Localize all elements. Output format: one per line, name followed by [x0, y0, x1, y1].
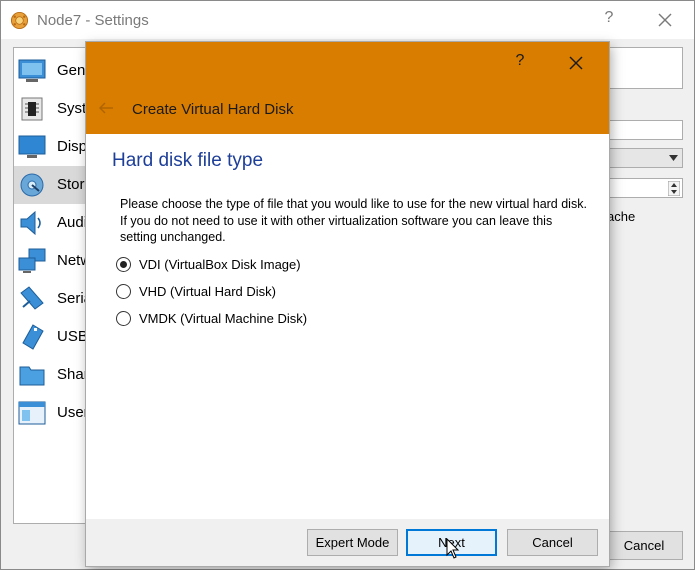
sidebar-item-network[interactable]: Netw	[14, 242, 92, 280]
window-help-button[interactable]: ?	[599, 9, 619, 31]
sidebar-item-general[interactable]: Gene	[14, 52, 92, 90]
radio-vdi[interactable]: VDI (VirtualBox Disk Image)	[116, 254, 556, 274]
radio-vmdk[interactable]: VMDK (Virtual Machine Disk)	[116, 308, 556, 328]
back-arrow-icon[interactable]	[98, 102, 114, 114]
shared-folders-icon	[19, 366, 45, 386]
radio-label[interactable]: VHD (Virtual Hard Disk)	[139, 284, 276, 299]
serial-icon	[20, 286, 44, 310]
dialog-footer: Expert Mode Next Cancel	[86, 519, 609, 566]
sidebar-item-label: USB	[57, 328, 88, 345]
dialog-help-button[interactable]: ?	[512, 52, 528, 72]
window-titlebar: Node7 - Settings ?	[1, 1, 694, 39]
radio-button[interactable]	[116, 311, 131, 326]
window-close-icon[interactable]	[653, 9, 677, 31]
background-name-field	[607, 47, 683, 89]
dialog-title: Create Virtual Hard Disk	[132, 101, 294, 118]
background-text-field	[607, 120, 683, 140]
radio-label[interactable]: VDI (VirtualBox Disk Image)	[139, 257, 301, 272]
next-button[interactable]: Next	[406, 529, 497, 556]
sidebar-item-user-interface[interactable]: User	[14, 394, 92, 432]
sidebar-item-storage[interactable]: Stora	[14, 166, 92, 204]
radio-label[interactable]: VMDK (Virtual Machine Disk)	[139, 311, 307, 326]
window-title: Node7 - Settings	[37, 12, 149, 29]
sidebar-item-display[interactable]: Disp	[14, 128, 92, 166]
sidebar-item-shared-folders[interactable]: Shar	[14, 356, 92, 394]
system-icon	[21, 97, 43, 121]
virtualbox-app-icon	[10, 11, 29, 30]
chevron-down-icon	[669, 155, 678, 161]
dialog-header: ? Create Virtual Hard Disk	[86, 42, 609, 134]
radio-vhd[interactable]: VHD (Virtual Hard Disk)	[116, 281, 556, 301]
sidebar-item-label: User	[57, 404, 89, 421]
storage-icon	[20, 173, 44, 197]
sidebar-item-serial-ports[interactable]: Seria	[14, 280, 92, 318]
page-title: Hard disk file type	[112, 150, 264, 171]
radio-button-checked[interactable]	[116, 257, 131, 272]
background-spinbox	[607, 178, 683, 198]
settings-sidebar: Gene Syste Disp Stora Audi Netw Seria US…	[13, 47, 93, 524]
page-description: Please choose the type of file that you …	[120, 197, 587, 244]
display-icon	[18, 135, 46, 158]
audio-icon	[20, 210, 41, 236]
spin-arrows-icon	[668, 181, 680, 196]
settings-cancel-button[interactable]: Cancel	[605, 531, 683, 560]
radio-selected-dot	[120, 261, 127, 268]
sidebar-item-label: Audi	[57, 214, 88, 231]
general-icon	[18, 59, 46, 82]
create-virtual-hard-disk-dialog: ? Create Virtual Hard Disk Hard disk fil…	[86, 42, 609, 566]
network-icon	[18, 248, 46, 273]
background-cache-label: ache	[607, 209, 636, 224]
sidebar-item-audio[interactable]: Audi	[14, 204, 92, 242]
background-dropdown	[607, 148, 683, 168]
dialog-cancel-button[interactable]: Cancel	[507, 529, 598, 556]
sidebar-item-usb[interactable]: USB	[14, 318, 92, 356]
user-interface-icon	[18, 401, 46, 425]
dialog-close-icon[interactable]	[566, 53, 586, 73]
sidebar-item-label: Shar	[57, 366, 89, 383]
sidebar-item-system[interactable]: Syste	[14, 90, 92, 128]
sidebar-item-label: Disp	[57, 138, 88, 155]
radio-button[interactable]	[116, 284, 131, 299]
usb-icon	[22, 324, 44, 350]
expert-mode-button[interactable]: Expert Mode	[307, 529, 398, 556]
